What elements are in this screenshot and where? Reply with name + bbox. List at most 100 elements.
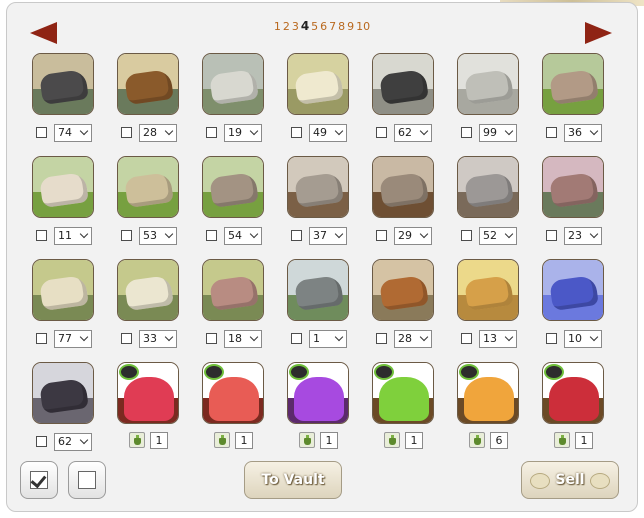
item-red-slime-coral[interactable] <box>202 362 264 424</box>
item-horn-cream[interactable] <box>117 259 179 321</box>
select-item-checkbox[interactable] <box>376 230 387 241</box>
page-link-2[interactable]: 2 <box>283 20 290 33</box>
item-skull-crest-grey[interactable] <box>457 156 519 218</box>
item-carved-log[interactable] <box>542 156 604 218</box>
quantity-display: 1 <box>405 432 423 449</box>
quantity-select[interactable]: 62 <box>54 433 92 451</box>
use-potion-icon[interactable] <box>214 432 230 448</box>
item-pale-bones[interactable] <box>287 53 349 115</box>
quantity-select[interactable]: 28 <box>394 330 432 348</box>
quantity-value: 23 <box>568 229 582 242</box>
select-item-checkbox[interactable] <box>121 127 132 138</box>
select-item-checkbox[interactable] <box>206 333 217 344</box>
quantity-select[interactable]: 18 <box>224 330 262 348</box>
item-horn-pale[interactable] <box>32 259 94 321</box>
quantity-select[interactable]: 37 <box>309 227 347 245</box>
item-wood-plank-tan[interactable] <box>117 156 179 218</box>
chevron-down-icon <box>79 435 89 445</box>
select-item-checkbox[interactable] <box>36 436 47 447</box>
select-item-checkbox[interactable] <box>546 127 557 138</box>
item-crimson-slime[interactable] <box>542 362 604 424</box>
quantity-value: 99 <box>483 126 497 139</box>
page-link-5[interactable]: 5 <box>311 20 318 33</box>
quantity-select[interactable]: 1 <box>309 330 347 348</box>
select-item-checkbox[interactable] <box>121 333 132 344</box>
select-item-checkbox[interactable] <box>461 127 472 138</box>
item-purple-slime[interactable] <box>287 362 349 424</box>
item-white-ribcage[interactable] <box>457 53 519 115</box>
select-item-checkbox[interactable] <box>461 333 472 344</box>
select-item-checkbox[interactable] <box>546 333 557 344</box>
select-item-checkbox[interactable] <box>546 230 557 241</box>
quantity-select[interactable]: 33 <box>139 330 177 348</box>
sell-button[interactable]: Sell <box>521 461 619 499</box>
select-item-checkbox[interactable] <box>121 230 132 241</box>
item-brown-rock-pile[interactable] <box>117 53 179 115</box>
quantity-select[interactable]: 28 <box>139 124 177 142</box>
quantity-select[interactable]: 11 <box>54 227 92 245</box>
select-item-checkbox[interactable] <box>376 333 387 344</box>
quantity-select[interactable]: 10 <box>564 330 602 348</box>
item-skull-crest-brown[interactable] <box>372 156 434 218</box>
quantity-select[interactable]: 54 <box>224 227 262 245</box>
page-link-3[interactable]: 3 <box>292 20 299 33</box>
item-clay-pot[interactable] <box>372 259 434 321</box>
page-link-10[interactable]: 10 <box>356 20 370 33</box>
page-link-1[interactable]: 1 <box>274 20 281 33</box>
quantity-value: 62 <box>398 126 412 139</box>
quantity-select[interactable]: 99 <box>479 124 517 142</box>
item-dark-ribcage[interactable] <box>372 53 434 115</box>
item-blue-swirl[interactable] <box>542 259 604 321</box>
quantity-select[interactable]: 19 <box>224 124 262 142</box>
quantity-select[interactable]: 53 <box>139 227 177 245</box>
item-rune-stone[interactable] <box>287 259 349 321</box>
quantity-select[interactable]: 29 <box>394 227 432 245</box>
select-item-checkbox[interactable] <box>36 127 47 138</box>
use-potion-icon[interactable] <box>469 432 485 448</box>
quantity-select[interactable]: 49 <box>309 124 347 142</box>
use-potion-icon[interactable] <box>384 432 400 448</box>
item-grey-bones[interactable] <box>202 53 264 115</box>
item-dark-rock-pile[interactable] <box>32 53 94 115</box>
item-golden-swirl[interactable] <box>457 259 519 321</box>
select-item-checkbox[interactable] <box>291 127 302 138</box>
item-horn-bloody[interactable] <box>202 259 264 321</box>
item-wood-plank-grey[interactable] <box>202 156 264 218</box>
use-potion-icon[interactable] <box>299 432 315 448</box>
use-potion-icon[interactable] <box>554 432 570 448</box>
select-item-checkbox[interactable] <box>376 127 387 138</box>
deselect-all-button[interactable] <box>68 461 106 499</box>
select-item-checkbox[interactable] <box>291 230 302 241</box>
quantity-select[interactable]: 74 <box>54 124 92 142</box>
quantity-select[interactable]: 62 <box>394 124 432 142</box>
page-link-8[interactable]: 8 <box>338 20 345 33</box>
quantity-select[interactable]: 77 <box>54 330 92 348</box>
select-item-checkbox[interactable] <box>36 333 47 344</box>
item-wood-plank-dark[interactable] <box>542 53 604 115</box>
to-vault-button[interactable]: To Vault <box>244 461 342 499</box>
quantity-select[interactable]: 36 <box>564 124 602 142</box>
quantity-value: 28 <box>143 126 157 139</box>
use-potion-icon[interactable] <box>129 432 145 448</box>
red-slime-bright-icon <box>124 377 174 421</box>
page-link-7[interactable]: 7 <box>329 20 336 33</box>
quantity-select[interactable]: 13 <box>479 330 517 348</box>
select-item-checkbox[interactable] <box>206 127 217 138</box>
item-red-slime-bright[interactable] <box>117 362 179 424</box>
select-all-button[interactable] <box>20 461 58 499</box>
item-green-slime[interactable] <box>372 362 434 424</box>
page-link-4[interactable]: 4 <box>301 19 309 33</box>
quantity-select[interactable]: 23 <box>564 227 602 245</box>
page-link-9[interactable]: 9 <box>347 20 354 33</box>
item-grey-rubble[interactable] <box>32 362 94 424</box>
select-item-checkbox[interactable] <box>206 230 217 241</box>
select-item-checkbox[interactable] <box>461 230 472 241</box>
select-item-checkbox[interactable] <box>291 333 302 344</box>
item-orange-slime[interactable] <box>457 362 519 424</box>
item-skull-crest-light[interactable] <box>287 156 349 218</box>
page-link-6[interactable]: 6 <box>320 20 327 33</box>
brown-rock-pile-icon <box>124 68 174 106</box>
item-wood-plank-pale[interactable] <box>32 156 94 218</box>
quantity-select[interactable]: 52 <box>479 227 517 245</box>
select-item-checkbox[interactable] <box>36 230 47 241</box>
